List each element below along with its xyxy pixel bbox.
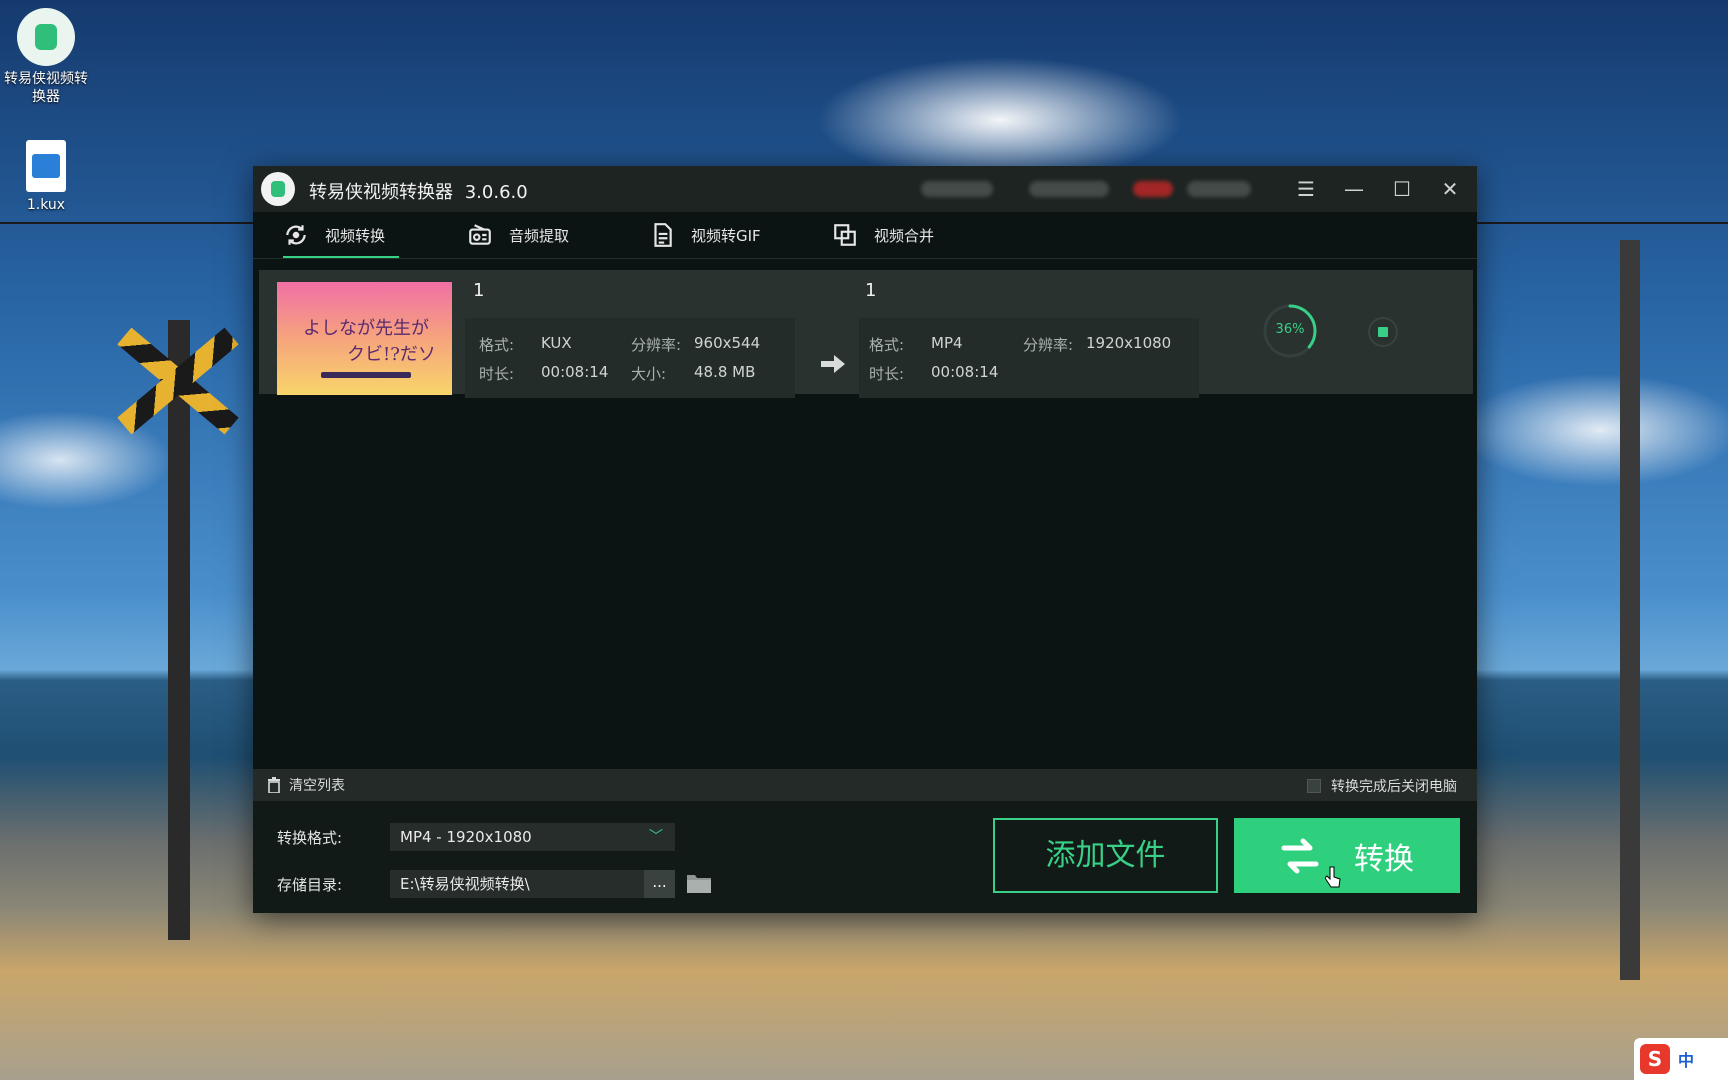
ime-indicator[interactable]: S 中 — [1634, 1038, 1728, 1080]
tab-label: 视频转换 — [325, 226, 386, 245]
desktop-icon-app-label: 转易侠视频转 换器 — [4, 71, 88, 105]
shutdown-label: 转换完成后关闭电脑 — [1331, 779, 1457, 795]
app-version: 3.0.6.0 — [464, 182, 528, 203]
target-file-name: 1 — [865, 280, 877, 301]
document-icon — [654, 223, 672, 247]
tab-label: 视频合并 — [874, 226, 935, 245]
app-name: 转易侠视频转换器 — [309, 182, 453, 203]
minimize-icon[interactable]: — — [1337, 174, 1371, 204]
format-label: 格式: — [479, 336, 515, 354]
folder-icon[interactable] — [686, 872, 712, 894]
shutdown-checkbox[interactable] — [1307, 779, 1321, 793]
crossing-pole-left — [168, 320, 190, 940]
utility-pole-right — [1620, 240, 1640, 980]
target-duration: 00:08:14 — [931, 363, 999, 381]
duration-label: 时长: — [479, 365, 515, 383]
format-label: 格式: — [869, 336, 905, 354]
radio-icon — [469, 224, 491, 245]
source-resolution: 960x544 — [694, 334, 761, 352]
convert-label: 转换 — [1354, 841, 1414, 877]
stop-button[interactable] — [1368, 317, 1398, 347]
target-resolution: 1920x1080 — [1086, 334, 1172, 352]
tab-video-convert[interactable]: 视频转换 — [283, 212, 400, 258]
source-size: 48.8 MB — [694, 363, 756, 381]
close-icon[interactable]: ✕ — [1433, 174, 1467, 204]
output-dir-field[interactable] — [390, 870, 644, 898]
tab-label: 视频转GIF — [691, 226, 761, 245]
app-shortcut-icon — [17, 8, 75, 66]
resolution-label: 分辨率: — [1023, 336, 1074, 354]
footer-panel: 转换格式: MP4 - 1920x1080 ﹀ 存储目录: ... 添加文件 转… — [253, 801, 1477, 913]
sogou-icon: S — [1640, 1044, 1670, 1074]
app-logo-icon — [261, 172, 295, 206]
video-file-icon — [26, 140, 66, 192]
progress-percent: 36% — [1275, 322, 1305, 337]
blurred-toolbar-item — [1029, 181, 1109, 197]
list-actions-bar: 清空列表 转换完成后关闭电脑 — [253, 769, 1477, 801]
shutdown-option[interactable]: 转换完成后关闭电脑 — [1307, 776, 1457, 796]
format-select-value: MP4 - 1920x1080 — [400, 828, 532, 846]
source-format: KUX — [541, 334, 572, 352]
tab-bar: 视频转换 音频提取 视频转GIF 视频合并 — [253, 212, 1477, 259]
window-title: 转易侠视频转换器 3.0.6.0 — [309, 178, 528, 204]
blurred-toolbar-item — [1133, 181, 1173, 197]
tab-video-merge[interactable]: 视频合并 — [832, 212, 934, 258]
menu-icon[interactable]: ☰ — [1289, 174, 1323, 204]
file-list: よしなが先生が クビ!?だソ 1 1 格式: KUX 分辨率: 960x544 … — [253, 260, 1477, 775]
video-thumbnail: よしなが先生が クビ!?だソ — [277, 282, 452, 395]
source-file-name: 1 — [473, 280, 485, 301]
thumbnail-caption-bar — [321, 372, 411, 378]
clear-list-label: 清空列表 — [289, 778, 345, 794]
duration-label: 时长: — [869, 365, 905, 383]
format-label: 转换格式: — [277, 829, 343, 847]
tab-video-gif[interactable]: 视频转GIF — [649, 212, 761, 258]
format-select[interactable]: MP4 - 1920x1080 ﹀ — [390, 823, 675, 851]
thumbnail-text: クビ!?だソ — [347, 344, 436, 365]
blurred-toolbar-item — [921, 181, 993, 197]
chevron-down-icon: ﹀ — [649, 829, 663, 845]
merge-icon — [834, 224, 856, 246]
size-label: 大小: — [631, 365, 667, 383]
target-info: 格式: MP4 分辨率: 1920x1080 时长: 00:08:14 — [859, 318, 1199, 398]
source-duration: 00:08:14 — [541, 363, 609, 381]
desktop-icon-app[interactable]: 转易侠视频转 换器 — [0, 8, 92, 106]
ime-mode: 中 — [1678, 1051, 1695, 1070]
convert-button[interactable]: 转换 — [1234, 818, 1460, 893]
convert-icon — [286, 225, 306, 245]
thumbnail-text: よしなが先生が — [303, 318, 429, 339]
arrow-right-icon — [821, 355, 845, 373]
desktop-icon-file-label: 1.kux — [26, 197, 66, 213]
browse-button[interactable]: ... — [644, 870, 675, 898]
add-file-button[interactable]: 添加文件 — [993, 818, 1218, 893]
tab-audio-extract[interactable]: 音频提取 — [467, 212, 569, 258]
source-info: 格式: KUX 分辨率: 960x544 时长: 00:08:14 大小: 48… — [465, 318, 795, 398]
tab-label: 音频提取 — [509, 226, 570, 245]
trash-icon — [268, 777, 280, 793]
clear-list-button[interactable]: 清空列表 — [267, 775, 345, 795]
maximize-icon[interactable]: ☐ — [1385, 174, 1419, 204]
swap-icon — [1281, 838, 1319, 873]
title-bar[interactable]: 转易侠视频转换器 3.0.6.0 ☰ — ☐ ✕ — [253, 166, 1477, 212]
app-window: 转易侠视频转换器 3.0.6.0 ☰ — ☐ ✕ 视频转换 音频提取 视频转GI… — [253, 166, 1477, 913]
resolution-label: 分辨率: — [631, 336, 682, 354]
mouse-cursor-icon — [1325, 866, 1341, 888]
dir-label: 存储目录: — [277, 876, 343, 894]
target-format: MP4 — [931, 334, 963, 352]
blurred-toolbar-item — [1187, 181, 1251, 197]
desktop-icon-file[interactable]: 1.kux — [0, 140, 92, 214]
file-row[interactable]: よしなが先生が クビ!?だソ 1 1 格式: KUX 分辨率: 960x544 … — [259, 270, 1473, 398]
